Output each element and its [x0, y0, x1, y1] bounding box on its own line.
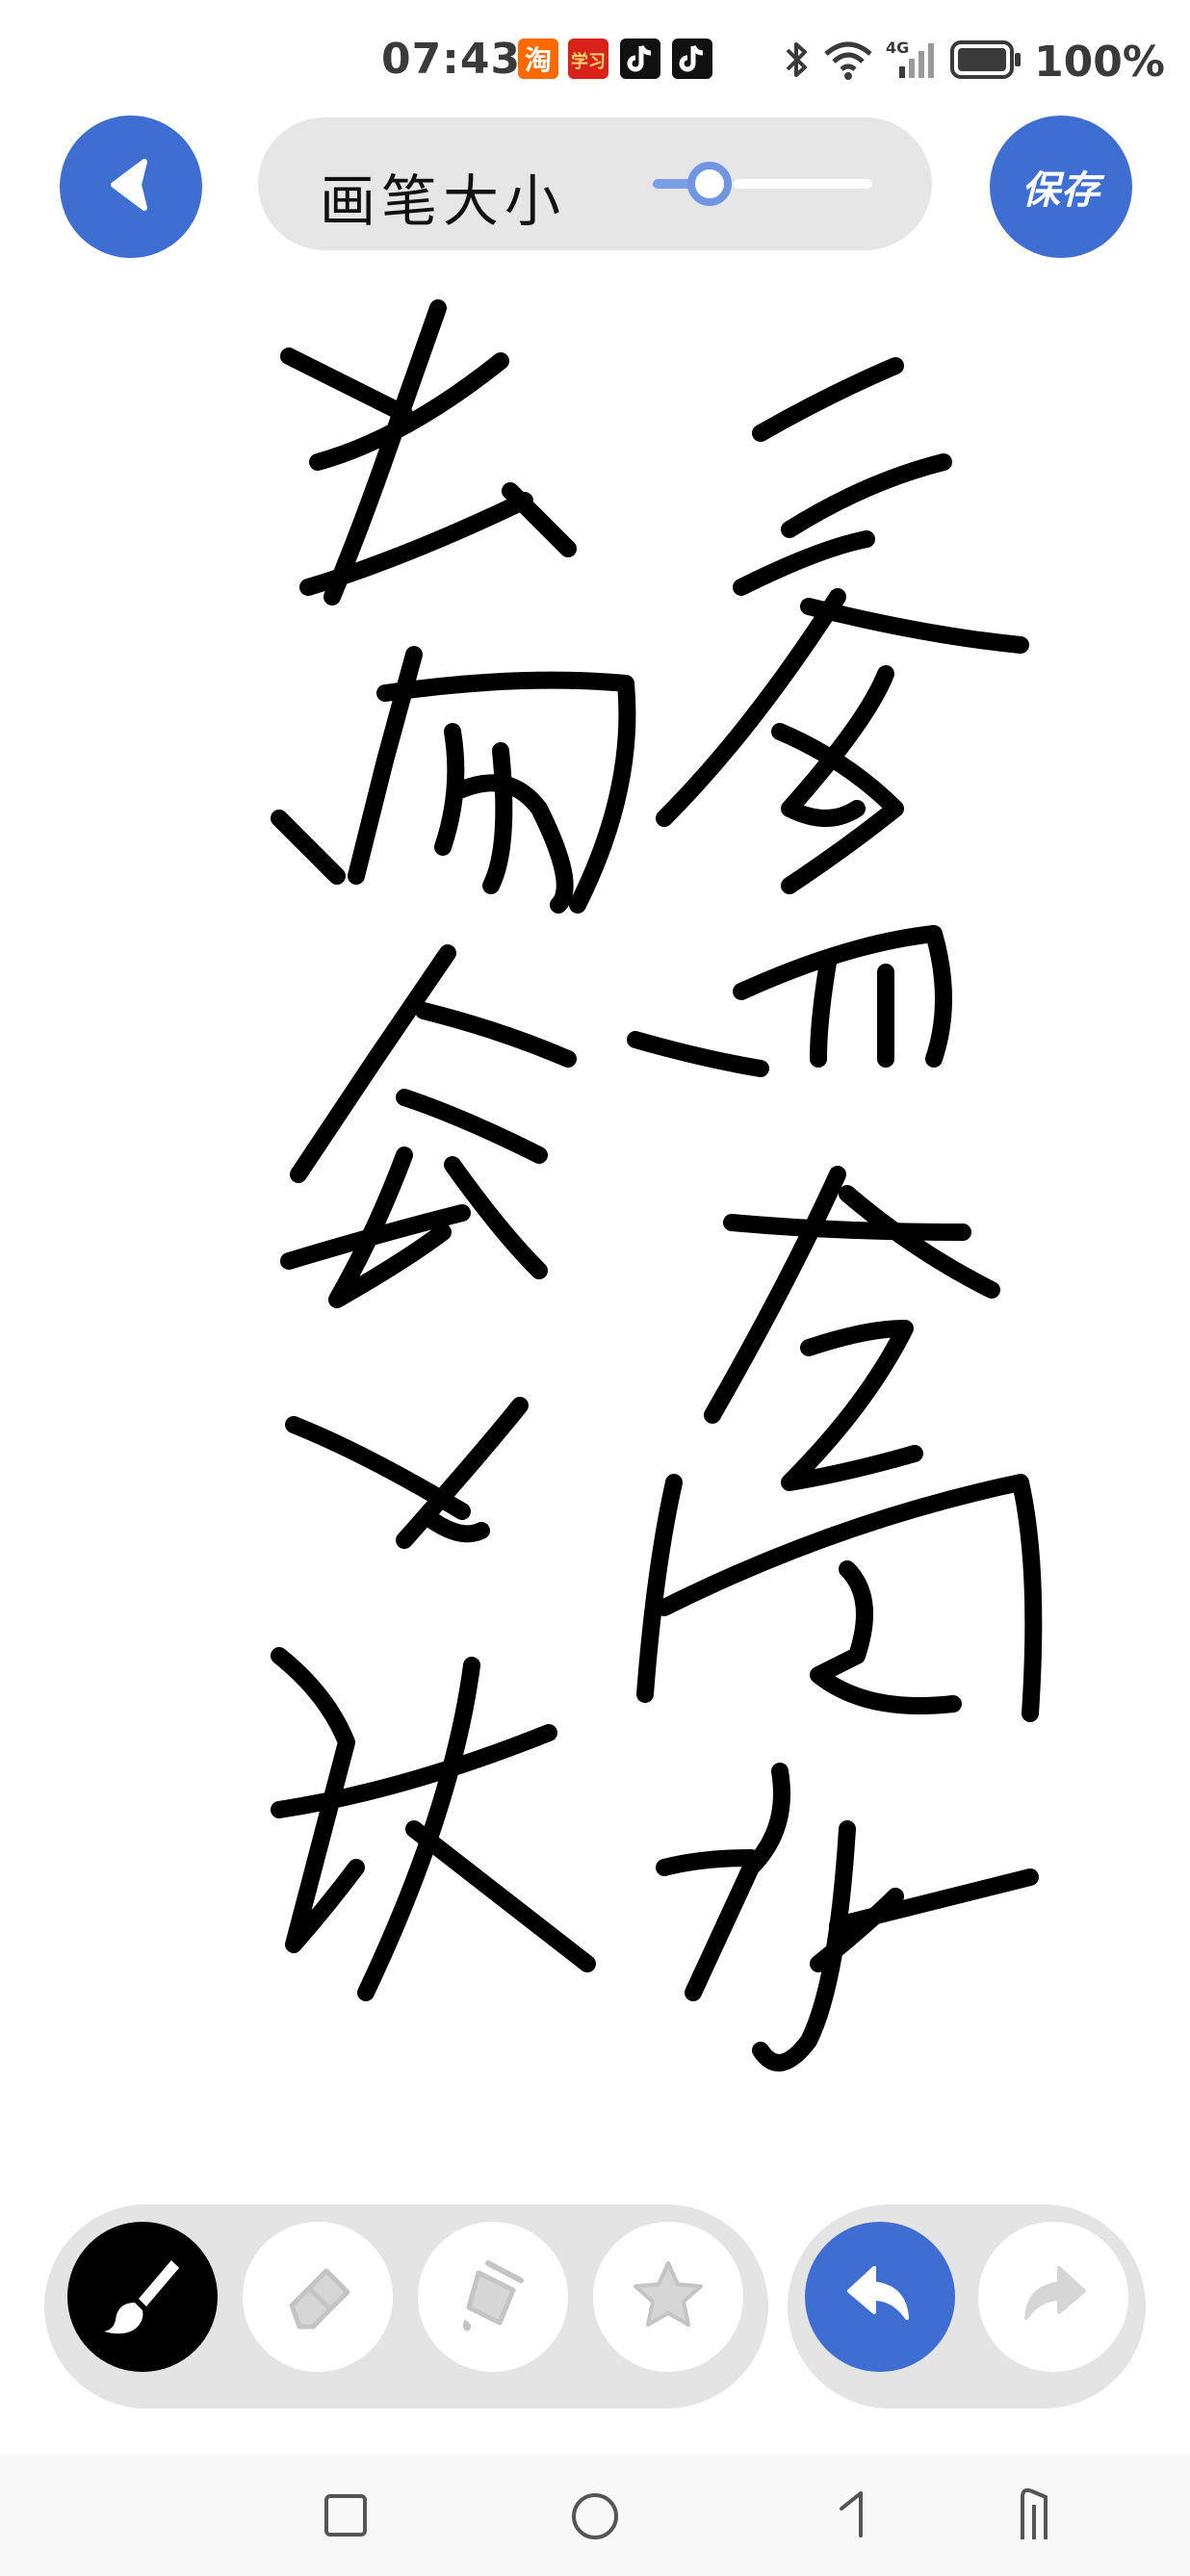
- handwriting-strokes: [271, 299, 1043, 2072]
- recents-square-icon[interactable]: [323, 2493, 368, 2541]
- status-time: 07:43: [381, 35, 522, 84]
- star-icon: [625, 2252, 711, 2342]
- redo-icon: [1013, 2254, 1094, 2339]
- back-arrow-icon: [100, 154, 162, 219]
- brush-tool-button[interactable]: [67, 2222, 218, 2372]
- drawing-tools-group: [44, 2204, 768, 2409]
- undo-icon: [840, 2254, 920, 2339]
- brush-size-label: 画笔大小: [320, 168, 567, 234]
- back-nav-icon[interactable]: [832, 2487, 870, 2545]
- douyin-icon: [620, 39, 660, 79]
- taobao-icon: 淘: [518, 39, 558, 79]
- paint-bucket-icon: [450, 2252, 536, 2342]
- wifi-icon: [822, 39, 874, 85]
- svg-text:淘: 淘: [525, 44, 552, 76]
- slider-track: [734, 179, 872, 189]
- undo-button[interactable]: [805, 2222, 955, 2372]
- fill-tool-button[interactable]: [418, 2222, 568, 2372]
- home-circle-icon[interactable]: [570, 2491, 620, 2545]
- brush-size-slider[interactable]: [653, 156, 872, 212]
- network-type-label: 4G: [886, 39, 909, 57]
- battery-percentage: 100%: [1034, 37, 1165, 87]
- system-navigation-bar: [0, 2455, 1190, 2576]
- xuexi-icon: 学习: [568, 39, 608, 79]
- battery-icon: [949, 39, 1022, 84]
- sticker-tool-button[interactable]: [593, 2222, 743, 2372]
- eraser-icon: [274, 2252, 361, 2342]
- douyin-icon: [672, 39, 712, 79]
- brush-size-panel: 画笔大小: [258, 117, 932, 250]
- eraser-tool-button[interactable]: [243, 2222, 393, 2372]
- status-indicators: 4G 100%: [782, 35, 1165, 89]
- slider-thumb[interactable]: [687, 162, 733, 206]
- redo-button[interactable]: [978, 2222, 1128, 2372]
- drawing-canvas[interactable]: [0, 270, 1190, 2176]
- brush-icon: [96, 2249, 189, 2345]
- back-button[interactable]: [60, 116, 202, 258]
- save-button[interactable]: 保存: [990, 116, 1132, 258]
- bluetooth-icon: [782, 39, 811, 85]
- history-group: [788, 2204, 1146, 2409]
- status-bar: 07:43 淘 学习 4G 100%: [0, 0, 1190, 116]
- svg-text:学习: 学习: [571, 51, 606, 72]
- app-switch-icon[interactable]: [1011, 2484, 1059, 2545]
- cellular-signal-icon: 4G: [886, 38, 938, 86]
